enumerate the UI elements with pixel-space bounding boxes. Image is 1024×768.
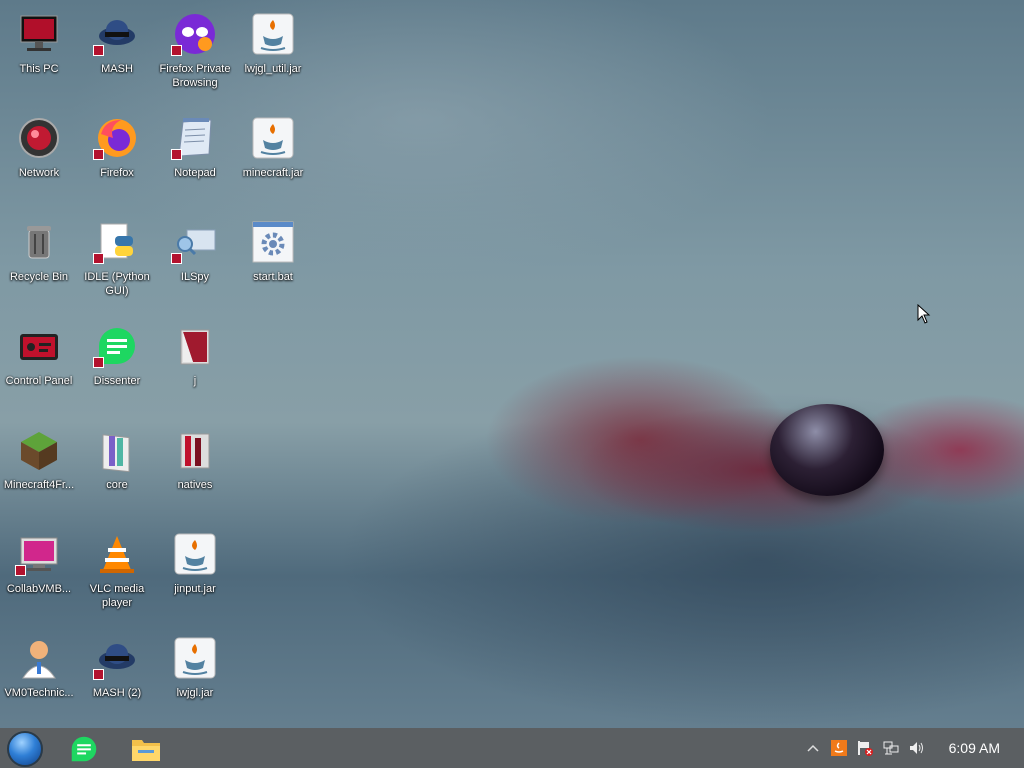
- icon-label: VM0Technic...: [4, 687, 74, 699]
- icon-label: jinput.jar: [174, 583, 216, 595]
- desktop-icon-j[interactable]: j: [157, 316, 233, 388]
- system-tray: 6:09 AM: [805, 728, 1024, 768]
- network-icon: [15, 114, 63, 162]
- minecraft-icon: [15, 426, 63, 474]
- icon-label: ILSpy: [180, 271, 210, 283]
- ilspy-icon: [171, 218, 219, 266]
- firefox-icon: [93, 114, 141, 162]
- icon-label: j: [193, 375, 197, 387]
- icon-label: Firefox Private Browsing: [159, 63, 231, 89]
- desktop-icon-lwjgl-jar[interactable]: lwjgl.jar: [157, 628, 233, 700]
- java-update-icon[interactable]: [830, 740, 847, 756]
- desktop-icon-minecraft[interactable]: Minecraft4Fr...: [1, 420, 77, 492]
- taskbar-dissenter-button[interactable]: [67, 732, 101, 766]
- desktop-icon-recycle-bin[interactable]: Recycle Bin: [1, 212, 77, 284]
- folder-icon: [171, 426, 219, 474]
- desktop-icon-notepad[interactable]: Notepad: [157, 108, 233, 180]
- desktop-icon-mash[interactable]: MASH: [79, 4, 155, 76]
- icon-label: lwjgl_util.jar: [244, 63, 302, 75]
- java-icon: [171, 634, 219, 682]
- icon-label: VLC media player: [89, 583, 145, 609]
- icon-label: This PC: [19, 63, 59, 75]
- desktop-icon-vm0technician[interactable]: VM0Technic...: [1, 628, 77, 700]
- icon-label: Dissenter: [93, 375, 141, 387]
- icon-label: MASH: [101, 63, 133, 75]
- shortcut-arrow-icon: [171, 149, 182, 160]
- desktop-icon-this-pc[interactable]: This PC: [1, 4, 77, 76]
- desktop-icon-minecraft-jar[interactable]: minecraft.jar: [235, 108, 311, 180]
- taskbar: 6:09 AM: [0, 728, 1024, 768]
- java-icon: [249, 10, 297, 58]
- desktop-icon-firefox[interactable]: Firefox: [79, 108, 155, 180]
- icon-label: core: [106, 479, 128, 491]
- collabvm-icon: [15, 530, 63, 578]
- mash-icon: [93, 634, 141, 682]
- firefox-private-icon: [171, 10, 219, 58]
- shortcut-arrow-icon: [93, 149, 104, 160]
- action-center-flag-icon[interactable]: [857, 740, 873, 756]
- desktop-icon-natives[interactable]: natives: [157, 420, 233, 492]
- network-icon[interactable]: [883, 740, 899, 756]
- desktop-icon-collabvm[interactable]: CollabVMB...: [1, 524, 77, 596]
- dissenter-icon: [93, 322, 141, 370]
- desktop-icon-dissenter[interactable]: Dissenter: [79, 316, 155, 388]
- shortcut-arrow-icon: [15, 565, 26, 576]
- mash-icon: [93, 10, 141, 58]
- desktop-icon-control-panel[interactable]: Control Panel: [1, 316, 77, 388]
- java-icon: [171, 530, 219, 578]
- icon-label: Notepad: [174, 167, 216, 179]
- taskbar-clock[interactable]: 6:09 AM: [949, 740, 1000, 756]
- folder-icon: [171, 322, 219, 370]
- icon-label: Recycle Bin: [9, 271, 69, 283]
- desktop-icon-core[interactable]: core: [79, 420, 155, 492]
- start-orb-icon[interactable]: [7, 731, 43, 767]
- desktop-icon-idle[interactable]: IDLE (Python GUI): [79, 212, 155, 298]
- desktop-icon-lwjgl-util-jar[interactable]: lwjgl_util.jar: [235, 4, 311, 76]
- shortcut-arrow-icon: [93, 253, 104, 264]
- icon-label: IDLE (Python GUI): [84, 271, 150, 297]
- recycle-bin-icon: [15, 218, 63, 266]
- vlc-icon: [93, 530, 141, 578]
- desktop-icon-mash-2[interactable]: MASH (2): [79, 628, 155, 700]
- wallpaper-droplet: [770, 404, 884, 496]
- java-icon: [249, 114, 297, 162]
- file-explorer-icon: [132, 740, 160, 761]
- icon-label: MASH (2): [92, 687, 142, 699]
- icon-label: minecraft.jar: [242, 167, 304, 179]
- desktop-icon-jinput-jar[interactable]: jinput.jar: [157, 524, 233, 596]
- shortcut-arrow-icon: [171, 45, 182, 56]
- icon-label: Minecraft4Fr...: [3, 479, 75, 491]
- batch-file-icon: [249, 218, 297, 266]
- desktop-icon-start-bat[interactable]: start.bat: [235, 212, 311, 284]
- folder-icon: [93, 426, 141, 474]
- shortcut-arrow-icon: [171, 253, 182, 264]
- computer-icon: [15, 10, 63, 58]
- desktop-icon-ilspy[interactable]: ILSpy: [157, 212, 233, 284]
- mouse-cursor-icon: [917, 303, 931, 329]
- shortcut-arrow-icon: [93, 45, 104, 56]
- icon-label: lwjgl.jar: [176, 687, 214, 699]
- python-icon: [93, 218, 141, 266]
- shortcut-arrow-icon: [93, 357, 104, 368]
- taskbar-file-explorer-button[interactable]: [129, 732, 163, 766]
- technician-icon: [15, 634, 63, 682]
- icon-label: natives: [177, 479, 213, 491]
- desktop-icon-network[interactable]: Network: [1, 108, 77, 180]
- desktop: This PC Network Recycle Bin Control Pane…: [0, 0, 1024, 728]
- dissenter-icon: [71, 736, 97, 762]
- icon-label: Control Panel: [5, 375, 73, 387]
- desktop-icon-vlc[interactable]: VLC media player: [79, 524, 155, 610]
- desktop-icon-firefox-private[interactable]: Firefox Private Browsing: [157, 4, 233, 90]
- control-panel-icon: [15, 322, 63, 370]
- shortcut-arrow-icon: [93, 669, 104, 680]
- icon-label: Firefox: [100, 167, 134, 179]
- icon-label: CollabVMB...: [6, 583, 72, 595]
- notepad-icon: [171, 114, 219, 162]
- show-hidden-icons-icon[interactable]: [805, 740, 821, 756]
- icon-label: Network: [18, 167, 60, 179]
- icon-label: start.bat: [253, 271, 293, 283]
- volume-icon[interactable]: [909, 740, 925, 756]
